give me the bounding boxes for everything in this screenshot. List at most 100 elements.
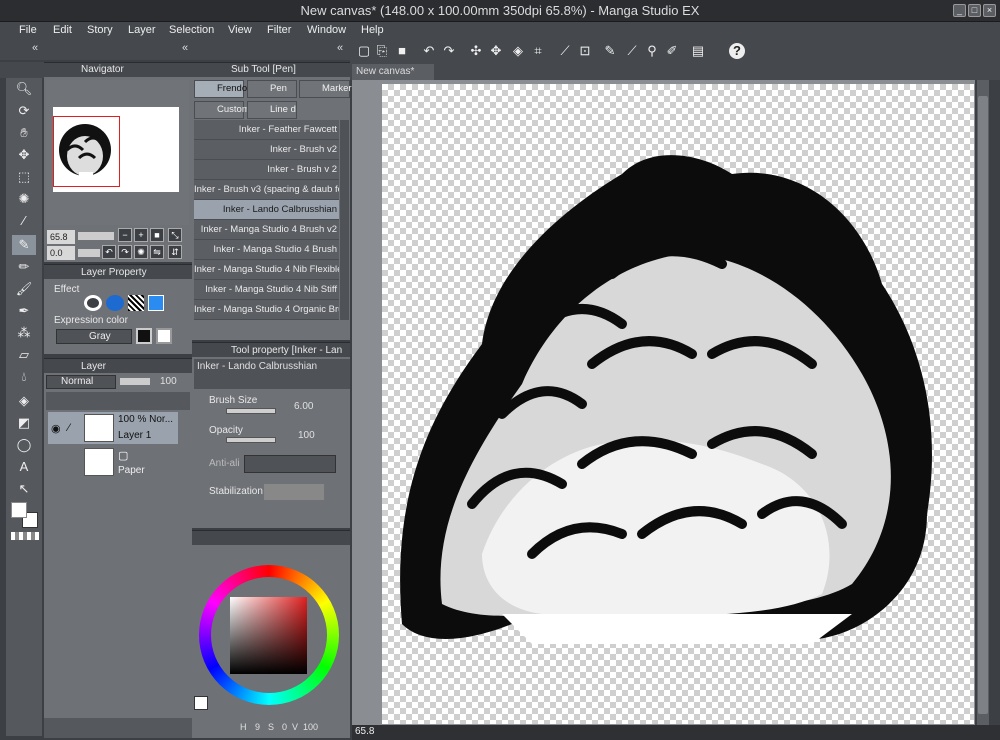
saturation-value[interactable]: 0 — [282, 722, 287, 732]
selection-tool-icon[interactable]: ⬚ — [12, 167, 36, 187]
saturation-value-square[interactable] — [230, 597, 307, 674]
main-color-swatch[interactable] — [11, 502, 27, 518]
border-effect-icon[interactable] — [84, 295, 102, 311]
collapse-mid-icon[interactable]: « — [182, 42, 188, 54]
fill-icon[interactable]: ◈ — [510, 43, 526, 59]
canvas-scroll-thumb[interactable] — [978, 96, 988, 714]
balloon-tool-icon[interactable]: ↖ — [12, 479, 36, 499]
visibility-eye-icon[interactable]: ◉ — [51, 422, 61, 435]
gradient-tool-icon[interactable]: ◩ — [12, 413, 36, 433]
canvas-tab[interactable]: New canvas* — [352, 64, 434, 80]
menu-layer[interactable]: Layer — [128, 24, 156, 36]
white-color-button[interactable] — [156, 328, 172, 344]
stabilization-selector[interactable] — [264, 484, 324, 500]
figure-tool-icon[interactable]: ◯ — [12, 435, 36, 455]
expression-color-select[interactable]: Gray — [56, 329, 132, 344]
ruler-snap-icon[interactable]: ⊡ — [577, 43, 593, 59]
pen-tool-icon[interactable]: ✎ — [12, 235, 36, 255]
transform-icon[interactable]: ✣ — [468, 43, 484, 59]
opacity-value[interactable]: 100 — [298, 430, 315, 441]
brush-list-scrollbar[interactable] — [340, 120, 349, 320]
open-icon[interactable]: ⎘ — [374, 43, 390, 59]
pen-icon[interactable]: ✐ — [664, 43, 680, 59]
transparent-color-swatch[interactable] — [11, 532, 39, 540]
subtool-tab-custom[interactable]: Custom — [194, 101, 250, 119]
antialias-selector[interactable] — [244, 455, 336, 473]
subtool-tab-marker[interactable]: Marker — [299, 80, 352, 98]
brush-item-selected[interactable]: Inker - Lando Calbrusshian — [194, 200, 339, 220]
brush-tool-icon[interactable]: 🖌︎ — [12, 279, 36, 299]
text-tool-icon[interactable]: A — [12, 457, 36, 477]
zoom-slider[interactable] — [78, 232, 114, 240]
save-icon[interactable]: ■ — [394, 43, 410, 59]
menu-edit[interactable]: Edit — [53, 24, 72, 36]
pen-pressure-icon[interactable]: ✎ — [602, 43, 618, 59]
blend-mode-select[interactable]: Normal — [46, 375, 116, 389]
zoom-out-icon[interactable]: − — [118, 228, 132, 242]
layer-property-tab[interactable]: Layer Property — [81, 267, 147, 278]
hand-tool-icon[interactable]: ✋︎ — [12, 123, 36, 143]
tone-effect-icon[interactable] — [128, 295, 144, 311]
zoom-tool-icon[interactable]: 🔍︎ — [12, 79, 36, 99]
paint-icon[interactable]: ⚲ — [644, 43, 660, 59]
rotation-field[interactable]: 0.0 — [47, 246, 75, 260]
brush-size-value[interactable]: 6.00 — [294, 401, 313, 412]
opacity-slider[interactable] — [226, 437, 276, 443]
brush-item[interactable]: Inker - Feather Fawcett — [194, 120, 339, 140]
auto-select-icon[interactable]: ✺ — [12, 189, 36, 209]
fill-tool-icon[interactable]: ◈ — [12, 391, 36, 411]
menu-file[interactable]: File — [19, 24, 37, 36]
brush-item[interactable]: Inker - Manga Studio 4 Brush v2 — [194, 220, 339, 240]
paper-layer-name[interactable]: Paper — [118, 465, 145, 476]
undo-icon[interactable]: ↶ — [421, 43, 437, 59]
subtool-tab-line[interactable]: Line d — [247, 101, 297, 119]
black-color-button[interactable] — [136, 328, 152, 344]
current-color-swatch[interactable] — [194, 696, 208, 710]
brush-item[interactable]: Inker - Manga Studio 4 Organic Bru — [194, 300, 339, 320]
navigator-tab[interactable]: Navigator — [81, 64, 124, 75]
menu-story[interactable]: Story — [87, 24, 113, 36]
rotate-tool-icon[interactable]: ⟳ — [12, 101, 36, 121]
layout-icon[interactable]: ▤ — [690, 43, 706, 59]
fit-icon[interactable]: ■ — [150, 228, 164, 242]
ruler-icon[interactable]: ⟋ — [557, 43, 573, 59]
color-effect-icon[interactable] — [106, 295, 124, 311]
move-icon[interactable]: ✥ — [488, 43, 504, 59]
menu-help[interactable]: Help — [361, 24, 384, 36]
menu-selection[interactable]: Selection — [169, 24, 214, 36]
navigator-view-frame[interactable] — [53, 116, 120, 187]
pencil-tool-icon[interactable]: ✏︎ — [12, 257, 36, 277]
menu-filter[interactable]: Filter — [267, 24, 291, 36]
zoom-field[interactable]: 65.8 — [47, 230, 75, 244]
brush-item[interactable]: Inker - Brush v2 — [194, 140, 339, 160]
rotate-left-icon[interactable]: ↶ — [102, 245, 116, 259]
collapse-left-icon[interactable]: « — [32, 42, 38, 54]
layer-opacity-value[interactable]: 100 — [160, 376, 177, 387]
layer-tab[interactable]: Layer — [81, 361, 106, 372]
eyedropper-icon[interactable]: ⁄ — [12, 211, 36, 231]
eraser-tool-icon[interactable]: ▱ — [12, 345, 36, 365]
layer-color-icon[interactable] — [148, 295, 164, 311]
brush-item[interactable]: Inker - Brush v 2 — [194, 160, 339, 180]
rotation-slider[interactable] — [78, 249, 100, 257]
flip-h-icon[interactable]: ⇋ — [150, 245, 164, 259]
actual-size-icon[interactable]: ⤡ — [168, 228, 182, 242]
close-button[interactable]: × — [983, 4, 996, 17]
menu-view[interactable]: View — [228, 24, 252, 36]
flip-v-icon[interactable]: ⇵ — [168, 245, 182, 259]
brush-item[interactable]: Inker - Manga Studio 4 Brush — [194, 240, 339, 260]
maximize-button[interactable]: □ — [968, 4, 981, 17]
menu-window[interactable]: Window — [307, 24, 346, 36]
help-icon[interactable]: ? — [729, 43, 745, 59]
zoom-in-icon[interactable]: + — [134, 228, 148, 242]
move-tool-icon[interactable]: ✥ — [12, 145, 36, 165]
value-value[interactable]: 100 — [303, 722, 318, 732]
brush-item[interactable]: Inker - Brush v3 (spacing & daub for — [194, 180, 339, 200]
subtool-tab-pen[interactable]: Pen — [247, 80, 297, 98]
collapse-right-icon[interactable]: « — [337, 42, 343, 54]
decoration-tool-icon[interactable]: ⁂ — [12, 323, 36, 343]
layer-opacity-slider[interactable] — [120, 378, 150, 385]
minimize-button[interactable]: _ — [953, 4, 966, 17]
hue-value[interactable]: 9 — [255, 722, 260, 732]
redo-icon[interactable]: ↷ — [441, 43, 457, 59]
